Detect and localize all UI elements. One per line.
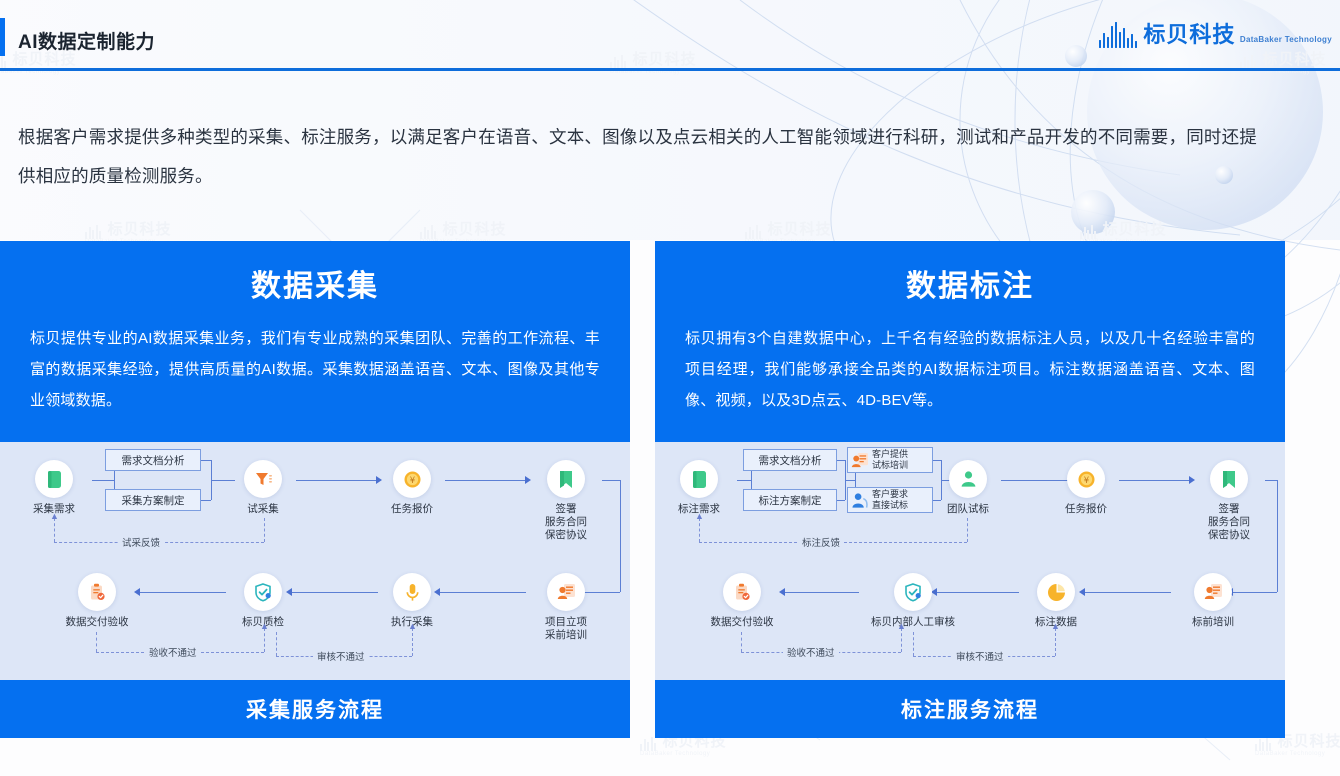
card-description-annotation: 标贝拥有3个自建数据中心，上千名有经验的数据标注人员，以及几十名经验丰富的项目经…	[685, 330, 1255, 409]
flow-label: 标前培训	[1192, 616, 1234, 628]
teal-shield-check-icon	[244, 573, 282, 611]
intro-paragraph: 根据客户需求提供多种类型的采集、标注服务，以满足客户在语音、文本、图像以及点云相…	[18, 127, 1257, 186]
flowchart-annotation: 标注需求 需求文档分析 标注方案制定 客户提供 试标培训 客户要求 直接试标 团…	[655, 442, 1285, 680]
caret-up-icon: ▲	[408, 621, 417, 631]
header-divider	[0, 68, 1340, 71]
flow-feedback-label: 验收不通过	[783, 645, 839, 659]
flow-label: 签署 服务合同 保密协议	[545, 503, 587, 541]
flow-box-line2: 直接试标	[872, 500, 909, 510]
caret-up-icon: ▲	[260, 621, 269, 631]
orange-clipboard-check-icon	[78, 573, 116, 611]
brand-logo: 标贝科技 DataBaker Technology	[1098, 22, 1332, 48]
flow-box-line2: 试标培训	[872, 460, 909, 470]
flow-node-task-quote: ¥ 任务报价	[1055, 460, 1117, 516]
flow-box-doc-analysis: 需求文档分析	[743, 449, 837, 471]
orange-training-icon	[851, 452, 869, 469]
caret-up-icon: ▲	[1051, 621, 1060, 631]
green-book-icon	[680, 460, 718, 498]
caret-up-icon: ▲	[695, 511, 704, 521]
flow-label: 签署 服务合同 保密协议	[1208, 503, 1250, 541]
teal-shield-check-icon	[894, 573, 932, 611]
yen-coin-icon: ¥	[393, 460, 431, 498]
page-title: AI数据定制能力	[18, 32, 156, 53]
orange-funnel-icon	[244, 460, 282, 498]
green-person-icon	[949, 460, 987, 498]
flow-feedback-label: 标注反馈	[798, 535, 845, 549]
yellow-microphone-icon	[393, 573, 431, 611]
card-footer-collection: 采集服务流程	[0, 680, 630, 738]
flow-box-doc-analysis: 需求文档分析	[105, 449, 201, 471]
flow-box-client-direct-trial: 客户要求 直接试标	[847, 487, 933, 513]
flow-label: 团队试标	[947, 503, 989, 515]
flow-box-client-training: 客户提供 试标培训	[847, 447, 933, 473]
card-title-annotation: 数据标注	[906, 270, 1034, 303]
flow-node-trial-collection: 试采集	[232, 460, 294, 516]
card-data-collection: 数据采集 标贝提供专业的AI数据采集业务，我们有专业成熟的采集团队、完善的工作流…	[0, 241, 630, 738]
caret-up-icon: ▲	[897, 621, 906, 631]
flow-node-sign-contract: 签署 服务合同 保密协议	[530, 460, 602, 542]
orange-training-icon	[547, 573, 585, 611]
waveform-icon	[1098, 22, 1138, 48]
flow-box-annotation-plan: 标注方案制定	[743, 489, 837, 511]
logo-english-name: DataBaker Technology	[1239, 35, 1332, 44]
flow-node-team-trial: 团队试标	[937, 460, 999, 516]
card-description-collection: 标贝提供专业的AI数据采集业务，我们有专业成熟的采集团队、完善的工作流程、丰富的…	[30, 330, 600, 409]
flow-box-line1: 客户提供	[872, 449, 909, 459]
flow-feedback-label: 审核不通过	[313, 649, 369, 663]
yellow-pie-icon	[1037, 573, 1075, 611]
flow-node-annotation-requirement: 标注需求	[663, 460, 735, 516]
flow-node-task-quote: ¥ 任务报价	[381, 460, 443, 516]
flow-label: 数据交付验收	[65, 616, 129, 628]
slide-header: AI数据定制能力 标贝科技 DataBaker Technology	[0, 0, 1340, 71]
card-footer-annotation: 标注服务流程	[655, 680, 1285, 738]
svg-text:¥: ¥	[1083, 476, 1089, 486]
card-title-collection: 数据采集	[251, 270, 379, 303]
flow-feedback-label: 试采反馈	[118, 535, 165, 549]
flow-node-sign-contract: 签署 服务合同 保密协议	[1193, 460, 1265, 542]
flow-box-line1: 客户要求	[872, 489, 909, 499]
flow-label: 任务报价	[391, 503, 433, 515]
flow-node-pre-annotation-training: 标前培训	[1177, 573, 1249, 629]
flowchart-collection: 采集需求 需求文档分析 采集方案制定 试采集 ¥ 任务报价 签署 服务合同 保密…	[0, 442, 630, 680]
green-book-icon	[35, 460, 73, 498]
flow-node-project-kickoff: 项目立项 采前培训	[530, 573, 602, 642]
svg-text:¥: ¥	[409, 476, 415, 486]
caret-up-icon: ▲	[50, 511, 59, 521]
flow-label: 项目立项 采前培训	[545, 616, 587, 641]
orange-clipboard-check-icon	[723, 573, 761, 611]
slide-canvas: 标贝科技DataBaker Technology 标贝科技DataBaker T…	[0, 0, 1340, 776]
flow-label: 数据交付验收	[710, 616, 774, 628]
green-bookmark-icon	[1210, 460, 1248, 498]
flow-node-delivery-acceptance: 数据交付验收	[58, 573, 136, 629]
flow-label: 试采集	[247, 503, 279, 515]
logo-chinese-name: 标贝科技	[1143, 22, 1236, 47]
card-data-annotation: 数据标注 标贝拥有3个自建数据中心，上千名有经验的数据标注人员，以及几十名经验丰…	[655, 241, 1285, 738]
flow-box-collection-plan: 采集方案制定	[105, 489, 201, 511]
flow-feedback-label: 验收不通过	[145, 645, 201, 659]
card-header-collection: 数据采集 标贝提供专业的AI数据采集业务，我们有专业成熟的采集团队、完善的工作流…	[0, 241, 630, 442]
flow-node-collection-requirement: 采集需求	[18, 460, 90, 516]
orange-training-icon	[1194, 573, 1232, 611]
header-accent-bar	[0, 18, 5, 56]
card-header-annotation: 数据标注 标贝拥有3个自建数据中心，上千名有经验的数据标注人员，以及几十名经验丰…	[655, 241, 1285, 442]
green-bookmark-icon	[547, 460, 585, 498]
flow-node-internal-review: 标贝内部人工审核	[865, 573, 961, 629]
flow-feedback-label: 审核不通过	[952, 649, 1008, 663]
yen-coin-icon: ¥	[1067, 460, 1105, 498]
blue-person-icon	[851, 492, 869, 509]
flow-label: 标贝内部人工审核	[871, 616, 955, 628]
flow-node-delivery-acceptance: 数据交付验收	[703, 573, 781, 629]
flow-label: 任务报价	[1065, 503, 1107, 515]
